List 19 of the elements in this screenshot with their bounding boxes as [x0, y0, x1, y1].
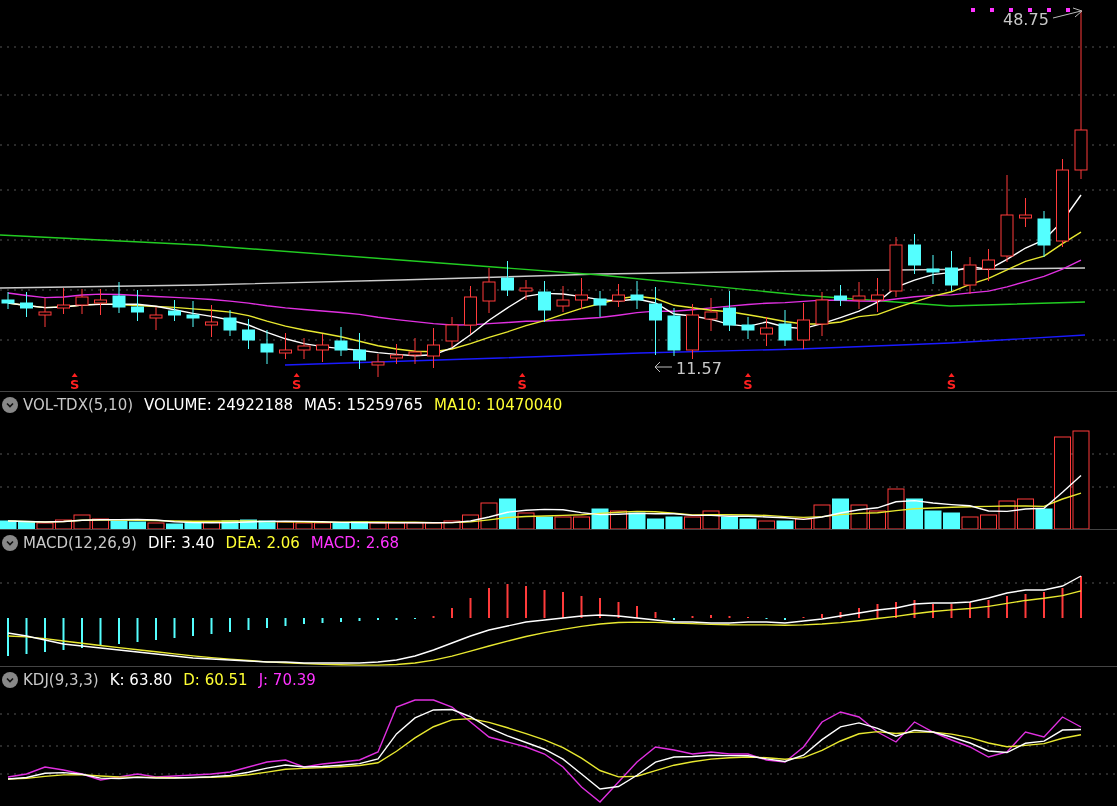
signal-marker: S [291, 377, 302, 391]
indicator-value: D: 60.51 [183, 670, 248, 689]
indicator-value: MACD: 2.68 [310, 533, 400, 552]
signal-marker: S [517, 377, 527, 391]
signal-marker: S [743, 377, 753, 391]
indicator-value: DEA: 2.06 [225, 533, 300, 552]
indicator-value: MA10: 10470040 [433, 395, 563, 414]
indicator-value: DIF: 3.40 [147, 533, 215, 552]
indicator-value: MA5: 15259765 [304, 395, 423, 414]
indicator-value: K: 63.80 [109, 670, 173, 689]
signal-marker: S [69, 377, 80, 391]
indicator-name: MACD(12,26,9) [23, 533, 137, 552]
indicator-value: VOLUME: 24922188 [144, 395, 293, 414]
indicator-value: J: 70.39 [258, 670, 316, 689]
indicator-name: VOL-TDX(5,10) [23, 395, 134, 414]
indicator-name: KDJ(9,3,3) [23, 670, 99, 689]
signal-marker: S [946, 377, 957, 391]
low-price-label: 11.57 [676, 359, 722, 378]
high-price-label: 48.75 [1003, 10, 1049, 29]
